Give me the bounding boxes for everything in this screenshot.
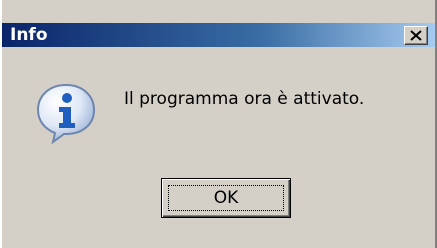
close-button[interactable] <box>404 26 428 45</box>
message-text: Il programma ora è attivato. <box>124 89 365 109</box>
close-icon <box>410 30 422 41</box>
window-title: Info <box>10 25 48 45</box>
ok-button-label: OK <box>213 188 239 208</box>
title-bar[interactable]: Info <box>2 23 435 47</box>
info-dialog: Info Il programma ora è attivato. OK <box>0 0 437 248</box>
info-icon <box>36 83 96 145</box>
ok-button[interactable]: OK <box>161 178 291 218</box>
